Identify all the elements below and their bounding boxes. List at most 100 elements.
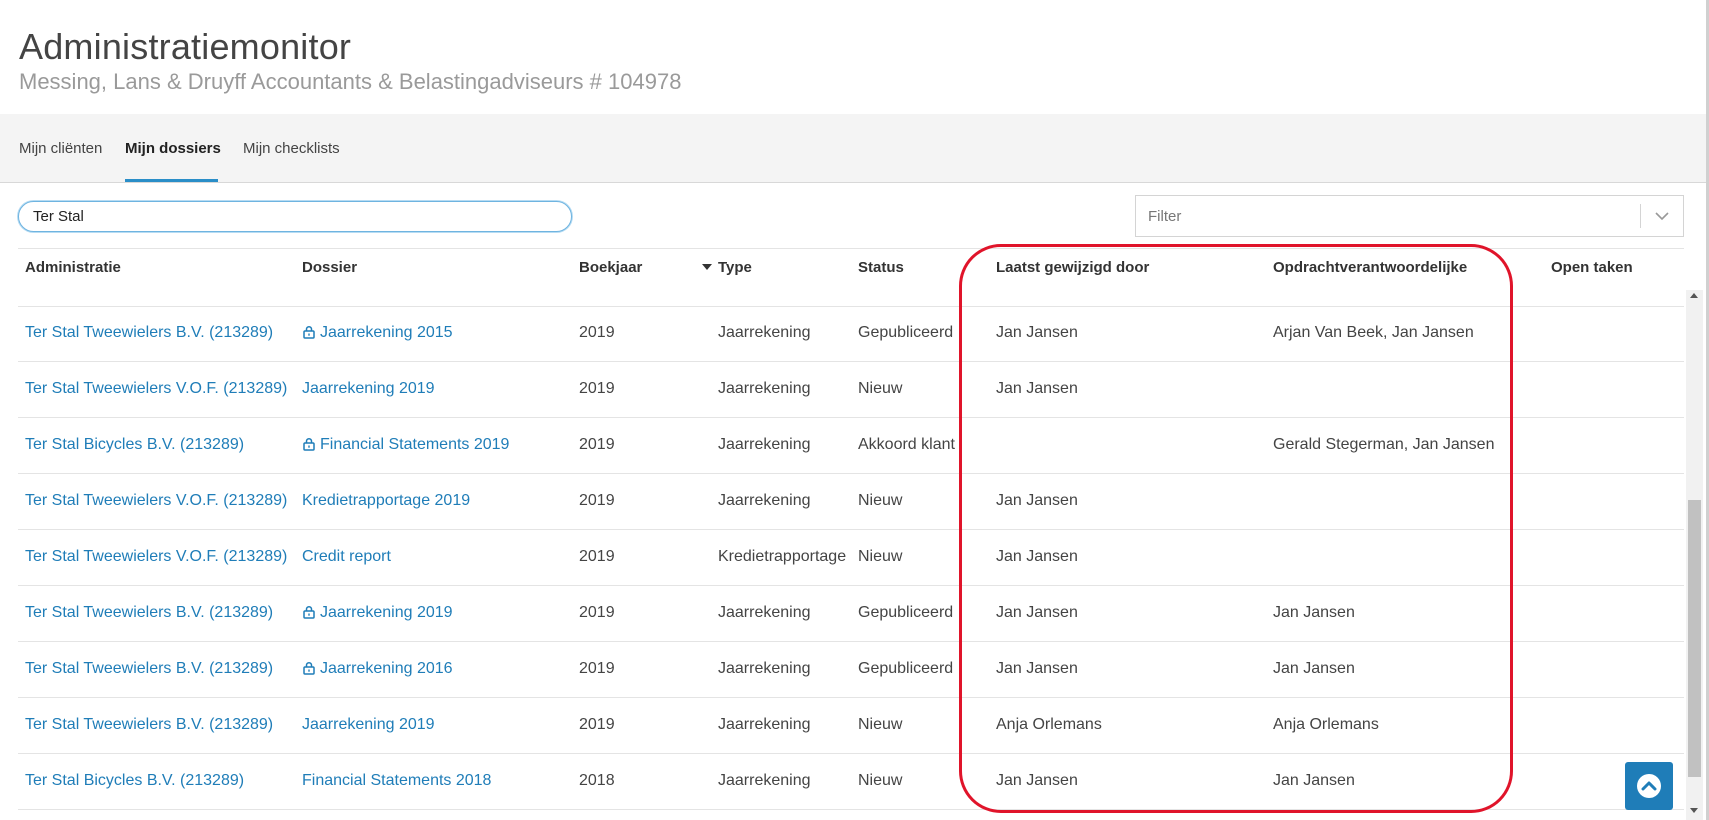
cell-boekjaar: 2019 [579, 548, 615, 565]
cell-administratie-link[interactable]: Ter Stal Bicycles B.V. (213289) [25, 772, 244, 790]
cell-dossier-link[interactable]: Credit report [302, 548, 391, 566]
search-input[interactable] [18, 201, 572, 232]
lock-icon [303, 661, 315, 675]
cell-boekjaar: 2019 [579, 660, 615, 677]
cell-laatst-gewijzigd: Jan Jansen [996, 492, 1078, 509]
cell-type: Kredietrapportage [718, 548, 847, 565]
filter-select[interactable]: Filter [1135, 195, 1684, 237]
cell-dossier-link[interactable]: Financial Statements 2018 [302, 772, 491, 790]
cell-status: Gepubliceerd [858, 604, 954, 621]
cell-administratie-link[interactable]: Ter Stal Tweewielers V.O.F. (213289) [25, 492, 287, 510]
cell-boekjaar: 2019 [579, 492, 615, 509]
cell-dossier-label: Jaarrekening 2019 [302, 716, 435, 733]
tab-mijn-clienten[interactable]: Mijn cliënten [19, 140, 102, 157]
cell-dossier-link[interactable]: Jaarrekening 2016 [302, 660, 453, 678]
tab-mijn-dossiers[interactable]: Mijn dossiers [125, 140, 221, 157]
cell-status: Nieuw [858, 492, 903, 509]
table-row[interactable]: Ter Stal Tweewielers V.O.F. (213289) Cred… [0, 530, 1688, 586]
cell-dossier-label: Jaarrekening 2016 [320, 660, 453, 677]
scroll-down-arrow-icon[interactable] [1690, 808, 1698, 813]
table-row[interactable]: Ter Stal Bicycles B.V. (213289) Financial… [0, 418, 1688, 474]
cell-boekjaar: 2018 [579, 772, 615, 789]
cell-laatst-gewijzigd: Jan Jansen [996, 324, 1078, 341]
cell-administratie-link[interactable]: Ter Stal Tweewielers B.V. (213289) [25, 324, 273, 342]
cell-laatst-gewijzigd: Jan Jansen [996, 380, 1078, 397]
cell-administratie-link[interactable]: Ter Stal Bicycles B.V. (213289) [25, 436, 244, 454]
cell-type: Jaarrekening [718, 772, 811, 789]
cell-administratie-link[interactable]: Ter Stal Tweewielers B.V. (213289) [25, 604, 273, 622]
cell-type: Jaarrekening [718, 660, 811, 677]
column-header-type[interactable]: Type [702, 259, 752, 276]
back-to-top-button[interactable] [1625, 762, 1673, 810]
cell-boekjaar: 2019 [579, 604, 615, 621]
cell-boekjaar: 2019 [579, 436, 615, 453]
active-tab-indicator [125, 179, 218, 182]
column-header-administratie[interactable]: Administratie [25, 259, 121, 276]
chevron-down-icon[interactable] [1653, 207, 1671, 225]
table-row[interactable]: Ter Stal Tweewielers V.O.F. (213289) Jaar… [0, 362, 1688, 418]
cell-opdrachtverantwoordelijke: Gerald Stegerman, Jan Jansen [1273, 436, 1495, 453]
cell-dossier-label: Financial Statements 2019 [320, 436, 510, 453]
column-header-type-label: Type [718, 259, 752, 276]
cell-type: Jaarrekening [718, 604, 811, 621]
column-header-boekjaar[interactable]: Boekjaar [579, 259, 642, 276]
page-subtitle: Messing, Lans & Druyff Accountants & Bel… [19, 69, 682, 94]
filter-separator [1640, 204, 1641, 228]
cell-laatst-gewijzigd: Jan Jansen [996, 660, 1078, 677]
column-header-opdrachtverantwoordelijke[interactable]: Opdrachtverantwoordelijke [1273, 259, 1467, 276]
sort-desc-icon [702, 264, 712, 270]
cell-administratie-link[interactable]: Ter Stal Tweewielers V.O.F. (213289) [25, 548, 287, 566]
cell-status: Akkoord klant [858, 436, 955, 453]
cell-status: Nieuw [858, 716, 903, 733]
cell-laatst-gewijzigd: Jan Jansen [996, 548, 1078, 565]
row-divider [18, 809, 1684, 810]
cell-administratie-link[interactable]: Ter Stal Tweewielers B.V. (213289) [25, 660, 273, 678]
cell-type: Jaarrekening [718, 380, 811, 397]
page-title: Administratiemonitor [19, 26, 352, 67]
cell-administratie-link[interactable]: Ter Stal Tweewielers B.V. (213289) [25, 716, 273, 734]
cell-dossier-link[interactable]: Financial Statements 2019 [302, 436, 509, 454]
table-row[interactable]: Ter Stal Tweewielers V.O.F. (213289) Kred… [0, 474, 1688, 530]
cell-type: Jaarrekening [718, 436, 811, 453]
cell-laatst-gewijzigd: Anja Orlemans [996, 716, 1102, 733]
cell-dossier-label: Credit report [302, 548, 391, 565]
table-row[interactable]: Ter Stal Tweewielers B.V. (213289) Jaarre… [0, 642, 1688, 698]
cell-opdrachtverantwoordelijke: Arjan Van Beek, Jan Jansen [1273, 324, 1474, 341]
lock-icon [303, 605, 315, 619]
cell-dossier-label: Jaarrekening 2019 [320, 604, 453, 621]
cell-dossier-link[interactable]: Kredietrapportage 2019 [302, 492, 470, 510]
cell-laatst-gewijzigd: Jan Jansen [996, 604, 1078, 621]
cell-dossier-label: Jaarrekening 2019 [302, 380, 435, 397]
page-header: Administratiemonitor Messing, Lans & Dru… [0, 0, 1706, 114]
cell-laatst-gewijzigd: Jan Jansen [996, 772, 1078, 789]
column-header-open-taken[interactable]: Open taken [1551, 259, 1633, 276]
cell-opdrachtverantwoordelijke: Jan Jansen [1273, 660, 1355, 677]
cell-boekjaar: 2019 [579, 716, 615, 733]
table-row[interactable]: Ter Stal Tweewielers B.V. (213289) Jaarre… [0, 306, 1688, 362]
tab-bar: Mijn cliënten Mijn dossiers Mijn checkli… [0, 114, 1706, 183]
scroll-up-arrow-icon[interactable] [1690, 293, 1698, 298]
column-header-status[interactable]: Status [858, 259, 904, 276]
cell-type: Jaarrekening [718, 324, 811, 341]
cell-status: Gepubliceerd [858, 324, 954, 341]
cell-type: Jaarrekening [718, 716, 811, 733]
cell-status: Nieuw [858, 772, 903, 789]
lock-icon [303, 325, 315, 339]
cell-dossier-link[interactable]: Jaarrekening 2019 [302, 716, 435, 734]
table-row[interactable]: Ter Stal Tweewielers B.V. (213289) Jaarre… [0, 586, 1688, 642]
cell-status: Nieuw [858, 380, 903, 397]
cell-dossier-link[interactable]: Jaarrekening 2015 [302, 324, 453, 342]
column-header-laatst-gewijzigd[interactable]: Laatst gewijzigd door [996, 259, 1149, 276]
cell-boekjaar: 2019 [579, 324, 615, 341]
scrollbar-thumb[interactable] [1688, 500, 1701, 777]
cell-boekjaar: 2019 [579, 380, 615, 397]
cell-dossier-label: Kredietrapportage 2019 [302, 492, 471, 509]
cell-dossier-link[interactable]: Jaarrekening 2019 [302, 604, 453, 622]
table-row[interactable]: Ter Stal Tweewielers B.V. (213289) Jaarre… [0, 698, 1688, 754]
cell-administratie-link[interactable]: Ter Stal Tweewielers V.O.F. (213289) [25, 380, 287, 398]
tab-mijn-checklists[interactable]: Mijn checklists [243, 140, 340, 157]
column-header-dossier[interactable]: Dossier [302, 259, 357, 276]
table-row[interactable]: Ter Stal Bicycles B.V. (213289) Financial… [0, 754, 1688, 810]
table-top-divider [18, 248, 1684, 249]
cell-dossier-link[interactable]: Jaarrekening 2019 [302, 380, 435, 398]
